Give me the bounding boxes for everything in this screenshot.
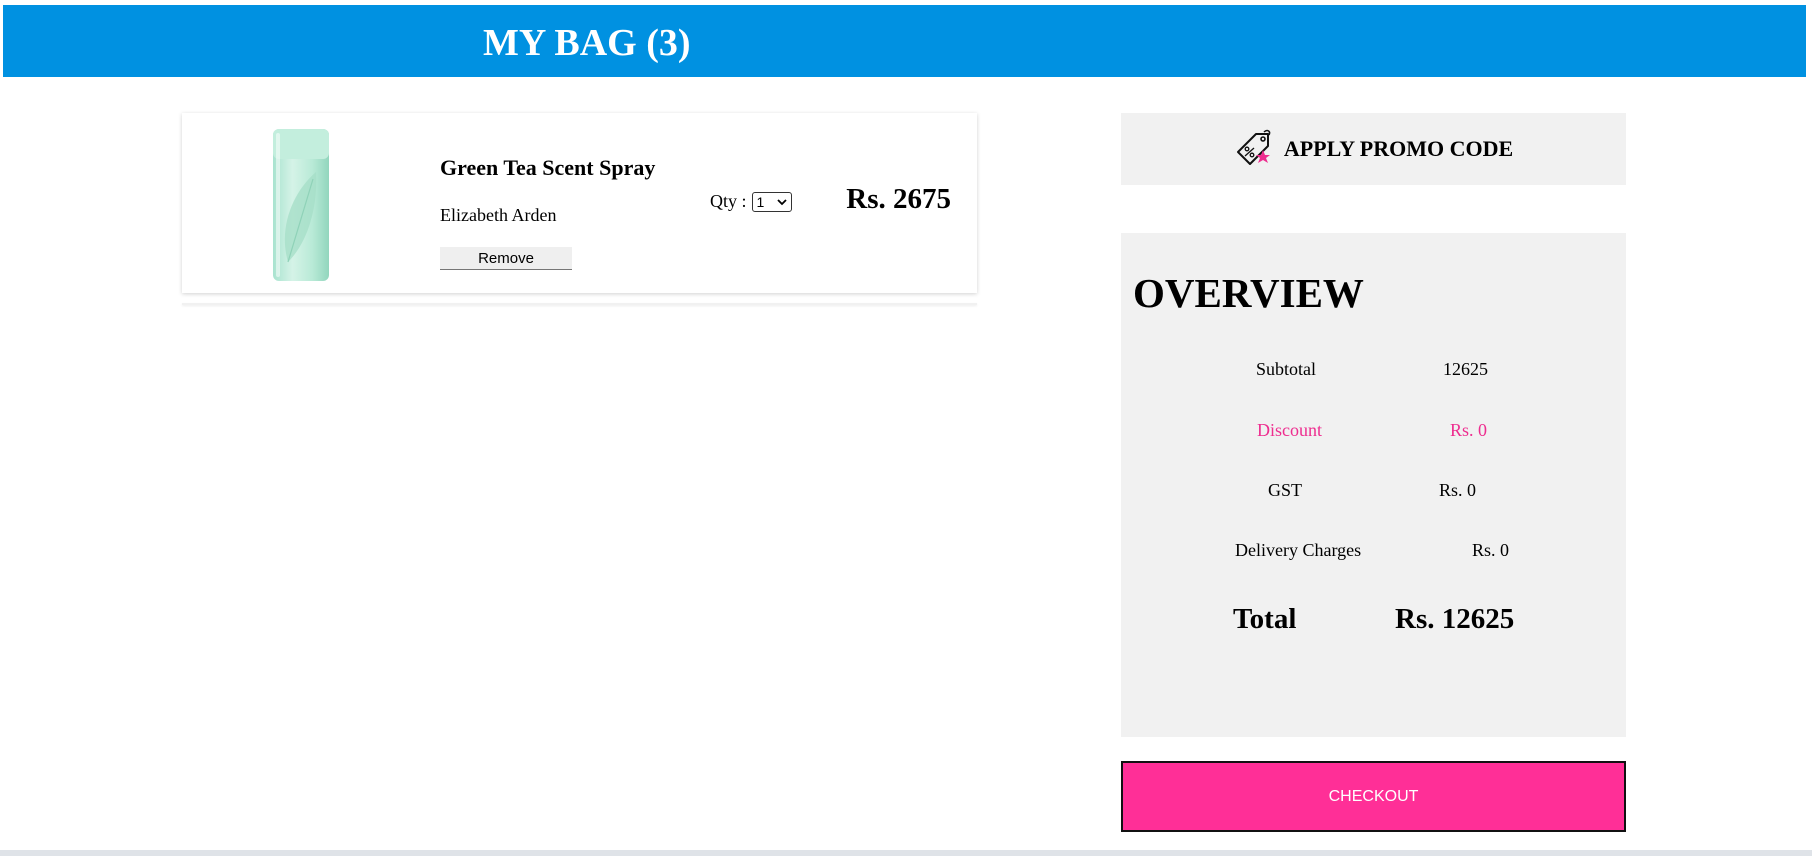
qty-label: Qty : xyxy=(710,191,747,211)
product-brand: Elizabeth Arden xyxy=(440,205,557,225)
checkout-button[interactable]: CHECKOUT xyxy=(1121,761,1626,832)
quantity-control: Qty : 1 xyxy=(710,191,792,212)
delivery-charges-label: Delivery Charges xyxy=(1235,540,1362,560)
apply-promo-code-button[interactable]: APPLY PROMO CODE xyxy=(1121,113,1626,185)
order-overview-panel: OVERVIEW Subtotal 12625 Discount Rs. 0 G… xyxy=(1121,233,1626,737)
product-name[interactable]: Green Tea Scent Spray xyxy=(440,155,655,181)
perfume-bottle-image xyxy=(273,129,329,281)
page-header: MY BAG (3) xyxy=(3,5,1806,77)
subtotal-label: Subtotal xyxy=(1256,359,1317,379)
item-price: Rs. 2675 xyxy=(846,183,951,215)
subtotal-value: 12625 xyxy=(1443,359,1488,379)
cart-page: MY BAG (3) Green Tea Scent Spray Elizabe… xyxy=(0,0,1812,856)
page-title: MY BAG (3) xyxy=(483,22,691,64)
discount-label: Discount xyxy=(1257,420,1322,440)
overview-title: OVERVIEW xyxy=(1133,270,1364,316)
discount-tag-icon xyxy=(1236,129,1271,165)
quantity-value: 1 xyxy=(756,193,765,210)
remove-button[interactable]: Remove xyxy=(440,247,572,270)
discount-value: Rs. 0 xyxy=(1450,420,1488,440)
cart-item-list: Green Tea Scent Spray Elizabeth Arden Re… xyxy=(182,113,977,305)
chevron-down-icon xyxy=(776,198,787,205)
bottom-scroll-strip xyxy=(0,850,1812,856)
delivery-charges-value: Rs. 0 xyxy=(1472,540,1510,560)
gst-label: GST xyxy=(1268,480,1303,500)
total-label: Total xyxy=(1233,603,1297,635)
cart-item-card: Green Tea Scent Spray Elizabeth Arden Re… xyxy=(182,113,977,293)
total-value: Rs. 12625 xyxy=(1395,603,1515,635)
quantity-select[interactable]: 1 xyxy=(751,191,792,212)
gst-value: Rs. 0 xyxy=(1439,480,1477,500)
cart-divider xyxy=(182,303,977,305)
promo-code-label: APPLY PROMO CODE xyxy=(1283,136,1514,161)
